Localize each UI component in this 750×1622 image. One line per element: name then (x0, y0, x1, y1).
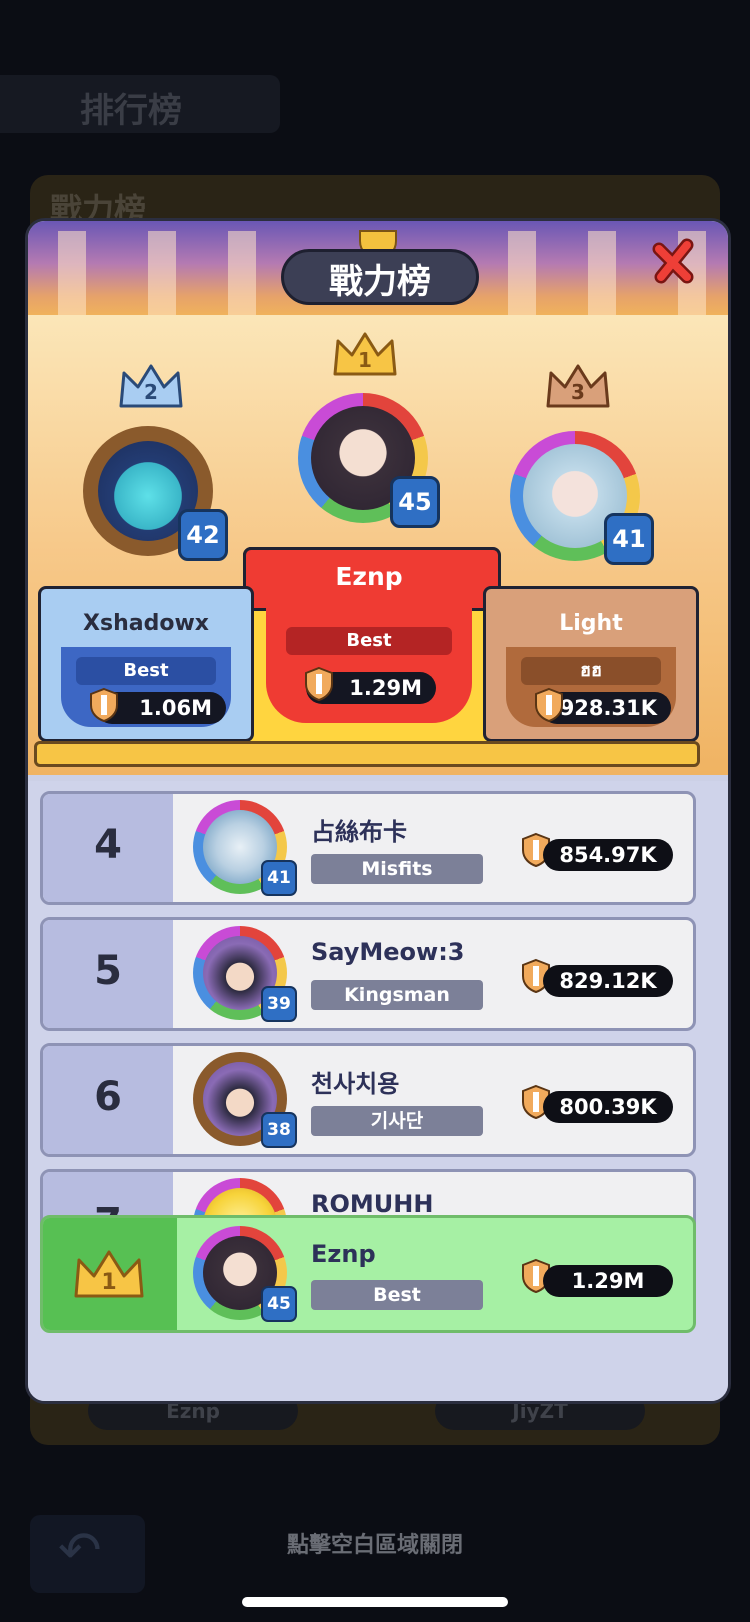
rank-box: 5 (43, 920, 173, 1028)
player-name: SayMeow:3 (311, 938, 465, 966)
close-icon[interactable] (651, 237, 699, 285)
my-power-score: 1.29M (543, 1265, 673, 1297)
rank-2-name: Xshadowx (83, 611, 209, 636)
guild-name: Kingsman (311, 980, 483, 1010)
power-score: 829.12K (543, 965, 673, 997)
rank-1-level-badge: 45 (390, 476, 440, 528)
ranking-row[interactable]: 5 39 SayMeow:3 Kingsman 829.12K (40, 917, 696, 1031)
rank-number: 5 (94, 948, 122, 994)
power-shield-icon (535, 687, 563, 723)
ranking-list[interactable]: 4 41 占絲布卡 Misfits 854.97K 5 39 SayMeow:3… (28, 781, 728, 1401)
rank-1-guild: Best (286, 627, 452, 655)
rank-1-name: Eznp (335, 562, 403, 591)
panel-title-pill: 戰力榜 (281, 249, 479, 305)
guild-name: 기사단 (311, 1106, 483, 1136)
rank-2-level-badge: 42 (178, 509, 228, 561)
gold-crown-icon: 1 (333, 332, 397, 376)
power-ranking-panel: 戰力榜 1 45 Eznp Best 1.29M 2 42 Xshadowx B… (25, 218, 731, 1404)
rank-1-podium[interactable]: Eznp Best 1.29M (243, 547, 501, 745)
level-badge: 39 (261, 986, 297, 1022)
rank-3-podium[interactable]: Light ฮฮ 928.31K (483, 586, 699, 742)
rank-3-name: Light (559, 611, 623, 636)
power-score: 854.97K (543, 839, 673, 871)
rank-number: 6 (94, 1074, 122, 1120)
my-level-badge: 45 (261, 1286, 297, 1322)
rank-2-podium[interactable]: Xshadowx Best 1.06M (38, 586, 254, 742)
guild-name: Misfits (311, 854, 483, 884)
power-shield-icon (305, 666, 333, 702)
level-badge: 41 (261, 860, 297, 896)
level-badge: 38 (261, 1112, 297, 1148)
bronze-crown-icon: 3 (546, 364, 610, 408)
player-name: ROMUHH (311, 1190, 434, 1218)
podium-base (34, 741, 700, 767)
leaderboard-title: 排行榜 (80, 91, 182, 131)
my-rank-row[interactable]: 1 45 Eznp Best 1.29M (40, 1215, 696, 1333)
home-indicator[interactable] (242, 1597, 508, 1607)
gold-crown-icon: 1 (74, 1250, 144, 1298)
my-rank-box: 1 (43, 1218, 177, 1330)
tap-to-close-hint[interactable]: 點擊空白區域關閉 (0, 1527, 750, 1559)
rank-box: 4 (43, 794, 173, 902)
player-name: 占絲布卡 (311, 818, 407, 846)
rank-3-crown-number: 3 (571, 380, 585, 404)
panel-title: 戰力榜 (329, 262, 431, 302)
ranking-row[interactable]: 6 38 천사치용 기사단 800.39K (40, 1043, 696, 1157)
rank-number: 4 (94, 822, 122, 868)
player-name: 천사치용 (311, 1070, 400, 1098)
ranking-row[interactable]: 4 41 占絲布卡 Misfits 854.97K (40, 791, 696, 905)
rank-3-guild: ฮฮ (521, 657, 661, 685)
my-name: Eznp (311, 1240, 376, 1268)
my-rank-number: 1 (101, 1270, 116, 1295)
rank-box: 6 (43, 1046, 173, 1154)
rank-2-crown-number: 2 (144, 380, 158, 404)
rank-3-level-badge: 41 (604, 513, 654, 565)
power-score: 800.39K (543, 1091, 673, 1123)
rank-2-guild: Best (76, 657, 216, 685)
rank-1-crown-number: 1 (358, 348, 372, 372)
silver-crown-icon: 2 (119, 364, 183, 408)
power-shield-icon (90, 687, 118, 723)
my-guild: Best (311, 1280, 483, 1310)
leaderboard-header-bg: 排行榜 (0, 75, 280, 133)
